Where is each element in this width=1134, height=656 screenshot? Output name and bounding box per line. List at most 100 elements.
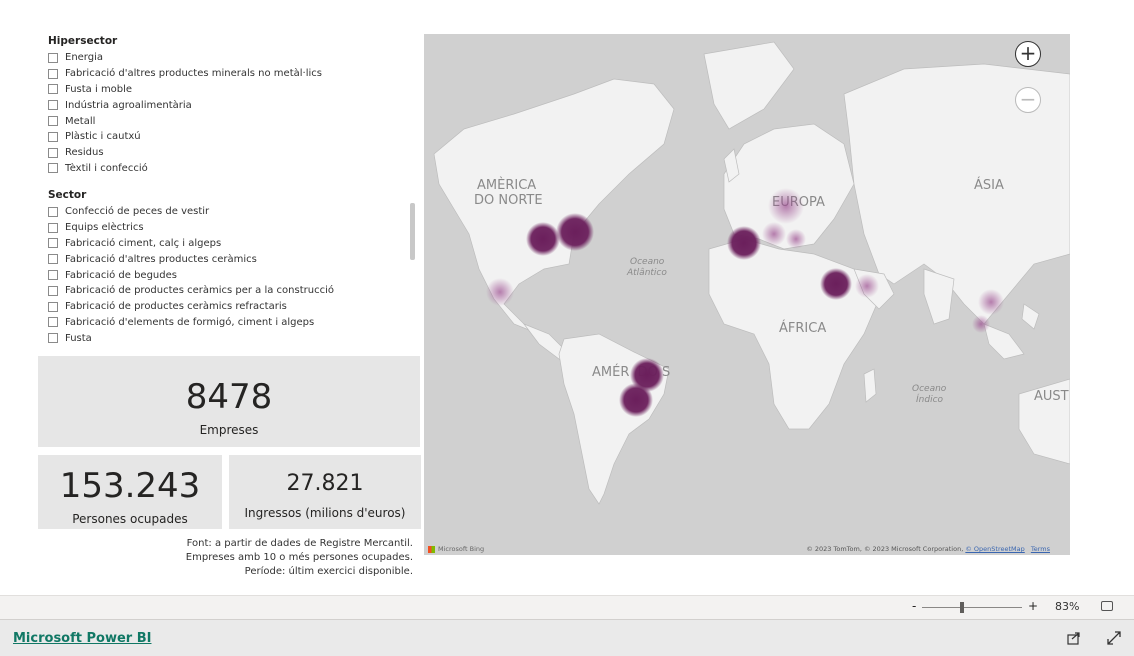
sector-option-label: Equips elèctrics [65, 222, 144, 234]
hipersector-option[interactable]: Plàstic i cautxú [48, 129, 408, 145]
hipersector-title: Hipersector [48, 35, 118, 47]
hipersector-slicer: Hipersector Energia Fabricació d'altres p… [48, 35, 408, 176]
sector-option-label: Fabricació de begudes [65, 269, 177, 281]
bubble-mexico[interactable] [486, 278, 514, 306]
source-line-2: Empreses amb 10 o més persones ocupades. [185, 552, 413, 563]
sector-option[interactable]: Fabricació ciment, calç i algeps [48, 236, 408, 252]
persones-card: 153.243 Persones ocupades [38, 455, 222, 529]
checkbox-icon[interactable] [48, 222, 58, 233]
world-map[interactable]: AMÈRICA DO NORTE EUROPA ÁSIA ÁFRICA AMÉR… [424, 34, 1070, 555]
sector-option[interactable]: Equips elèctrics [48, 220, 408, 236]
hipersector-option[interactable]: Tèxtil i confecció [48, 161, 408, 177]
hipersector-option[interactable]: Metall [48, 113, 408, 129]
persones-label: Persones ocupades [72, 512, 188, 526]
zoom-slider-track[interactable] [922, 607, 1022, 608]
bubble-se-asia[interactable] [978, 289, 1004, 315]
checkbox-icon[interactable] [48, 238, 58, 249]
label-north-america-2: DO NORTE [474, 193, 543, 208]
sector-option-label: Fabricació de productes ceràmics per a l… [65, 285, 334, 297]
sector-slicer: Sector Confecció de peces de vestir Equip… [48, 189, 408, 346]
hipersector-option-label: Indústria agroalimentària [65, 99, 192, 111]
sector-option[interactable]: Fabricació de productes ceràmics per a l… [48, 283, 408, 299]
ingressos-value: 27.821 [286, 471, 364, 496]
zoom-in-button[interactable]: + [1015, 41, 1041, 67]
terms-link[interactable]: Terms [1031, 545, 1050, 553]
checkbox-icon[interactable] [48, 116, 58, 127]
bing-attribution: Microsoft Bing [428, 545, 484, 553]
sector-option[interactable]: Fabricació de begudes [48, 267, 408, 283]
map-canvas[interactable]: AMÈRICA DO NORTE EUROPA ÁSIA ÁFRICA AMÉR… [424, 34, 1070, 555]
hipersector-option[interactable]: Energia [48, 50, 408, 66]
checkbox-icon[interactable] [48, 206, 58, 217]
hipersector-option-label: Tèxtil i confecció [65, 162, 148, 174]
zoom-out-button[interactable]: − [1015, 87, 1041, 113]
sector-option[interactable]: Fabricació de productes ceràmics refract… [48, 299, 408, 315]
sector-option-label: Fabricació d'altres productes ceràmics [65, 253, 257, 265]
bubble-europe-north[interactable] [768, 188, 804, 224]
label-atlantic-2: Atlântico [626, 268, 667, 278]
label-asia: ÁSIA [974, 177, 1004, 193]
bubble-usa-central[interactable] [526, 222, 560, 256]
checkbox-icon[interactable] [48, 285, 58, 296]
sector-option[interactable]: Fabricació d'elements de formigó, ciment… [48, 315, 408, 331]
label-indian-1: Oceano [912, 384, 947, 394]
source-line-3: Període: últim exercici disponible. [244, 566, 413, 577]
bubble-east-africa[interactable] [820, 268, 852, 300]
source-line-1: Font: a partir de dades de Registre Merc… [186, 538, 413, 549]
checkbox-icon[interactable] [48, 131, 58, 142]
zoom-level: 83% [1055, 600, 1080, 613]
checkbox-icon[interactable] [48, 254, 58, 265]
hipersector-option-label: Energia [65, 52, 103, 64]
hipersector-option-label: Plàstic i cautxú [65, 131, 141, 143]
label-indian-2: Índico [916, 393, 944, 405]
hipersector-option-label: Fabricació d'altres productes minerals n… [65, 68, 322, 80]
hipersector-option-label: Residus [65, 147, 104, 159]
hipersector-option[interactable]: Fusta i moble [48, 82, 408, 98]
sector-option[interactable]: Fabricació d'altres productes ceràmics [48, 251, 408, 267]
page-zoom-bar: - + 83% [0, 595, 1134, 619]
fullscreen-icon[interactable] [1107, 631, 1121, 645]
bubble-europe-central[interactable] [762, 222, 786, 246]
zoom-minus-button[interactable]: - [912, 599, 916, 613]
hipersector-option[interactable]: Residus [48, 145, 408, 161]
share-icon[interactable] [1067, 631, 1081, 645]
empreses-label: Empreses [199, 423, 259, 437]
microsoft-logo-icon [428, 545, 435, 553]
hipersector-option[interactable]: Fabricació d'altres productes minerals n… [48, 66, 408, 82]
bubble-iberia[interactable] [727, 226, 761, 260]
checkbox-icon[interactable] [48, 333, 58, 344]
bubble-brazil-south[interactable] [619, 383, 653, 417]
checkbox-icon[interactable] [48, 270, 58, 281]
sector-option[interactable]: Confecció de peces de vestir [48, 204, 408, 220]
bubble-europe-east[interactable] [786, 229, 806, 249]
sector-option[interactable]: Fusta [48, 330, 408, 346]
sector-option-label: Fusta [65, 332, 92, 344]
fit-to-page-icon[interactable] [1101, 601, 1113, 611]
checkbox-icon[interactable] [48, 301, 58, 312]
checkbox-icon[interactable] [48, 147, 58, 158]
bubble-gulf[interactable] [855, 274, 879, 298]
checkbox-icon[interactable] [48, 68, 58, 79]
checkbox-icon[interactable] [48, 317, 58, 328]
source-note: Font: a partir de dades de Registre Merc… [186, 537, 413, 579]
sector-option-label: Fabricació d'elements de formigó, ciment… [65, 316, 315, 328]
sector-option-label: Fabricació de productes ceràmics refract… [65, 301, 287, 313]
checkbox-icon[interactable] [48, 163, 58, 174]
hipersector-option-label: Metall [65, 115, 96, 127]
label-north-america-1: AMÈRICA [477, 177, 536, 193]
hipersector-option-label: Fusta i moble [65, 83, 133, 95]
openstreetmap-link[interactable]: © OpenStreetMap [965, 545, 1024, 553]
sector-scrollbar[interactable] [410, 203, 415, 260]
powerbi-link[interactable]: Microsoft Power BI [13, 631, 151, 646]
checkbox-icon[interactable] [48, 84, 58, 95]
zoom-slider-thumb[interactable] [960, 602, 964, 613]
sector-option-label: Fabricació ciment, calç i algeps [65, 237, 222, 249]
sector-title: Sector [48, 189, 87, 201]
bing-label: Microsoft Bing [438, 545, 485, 553]
hipersector-option[interactable]: Indústria agroalimentària [48, 97, 408, 113]
checkbox-icon[interactable] [48, 100, 58, 111]
zoom-plus-button[interactable]: + [1028, 599, 1038, 613]
checkbox-icon[interactable] [48, 52, 58, 63]
bubble-usa-east[interactable] [556, 213, 594, 251]
bubble-se-asia-2[interactable] [972, 315, 990, 333]
